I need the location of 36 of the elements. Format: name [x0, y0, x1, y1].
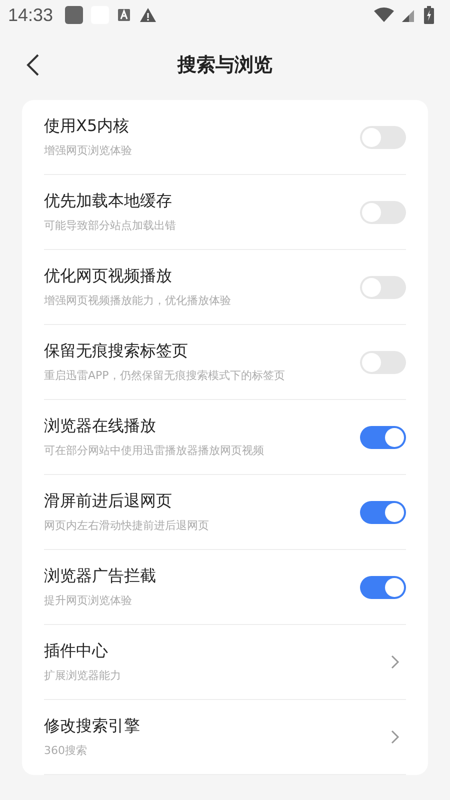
setting-description: 可能导致部分站点加载出错	[44, 218, 177, 233]
warning-icon	[139, 7, 158, 23]
setting-description: 360搜索	[44, 743, 88, 758]
setting-description: 增强网页视频播放能力，优化播放体验	[44, 293, 232, 308]
setting-title: 修改搜索引擎	[44, 716, 141, 737]
setting-title: 插件中心	[44, 641, 109, 662]
setting-title: 优化网页视频播放	[44, 266, 173, 287]
toggle-switch[interactable]	[360, 126, 406, 148]
app-notification-icon	[65, 6, 84, 24]
battery-icon	[424, 6, 434, 24]
setting-title: 滑屏前进后退网页	[44, 491, 173, 512]
status-time: 14:33	[8, 4, 54, 26]
setting-description: 提升网页浏览体验	[44, 593, 133, 608]
setting-title: 使用X5内核	[44, 116, 130, 137]
toggle-switch[interactable]	[360, 276, 406, 298]
toggle-switch[interactable]	[360, 426, 406, 448]
setting-title: 保留无痕搜索标签页	[44, 341, 189, 362]
setting-description: 增强网页浏览体验	[44, 143, 133, 158]
setting-title: 浏览器在线播放	[44, 416, 157, 437]
setting-description: 扩展浏览器能力	[44, 668, 122, 683]
app-notification-icon	[117, 8, 132, 22]
setting-description: 重启迅雷APP，仍然保留无痕搜索模式下的标签页	[44, 368, 286, 383]
setting-title: 优先加载本地缓存	[44, 191, 173, 212]
back-icon[interactable]	[26, 53, 40, 77]
wifi-icon	[374, 7, 394, 23]
toggle-switch[interactable]	[360, 350, 406, 374]
chevron-right-icon[interactable]	[390, 654, 400, 670]
toggle-switch[interactable]	[360, 200, 406, 224]
page-title: 搜索与浏览	[178, 53, 272, 78]
setting-description: 网页内左右滑动快捷前进后退网页	[44, 518, 210, 533]
setting-title: 浏览器广告拦截	[44, 566, 157, 587]
toggle-switch[interactable]	[360, 500, 406, 524]
toggle-switch[interactable]	[360, 576, 406, 598]
setting-description: 可在部分网站中使用迅雷播放器播放网页视频	[44, 443, 265, 458]
chevron-right-icon[interactable]	[390, 729, 400, 745]
signal-icon	[402, 8, 416, 22]
